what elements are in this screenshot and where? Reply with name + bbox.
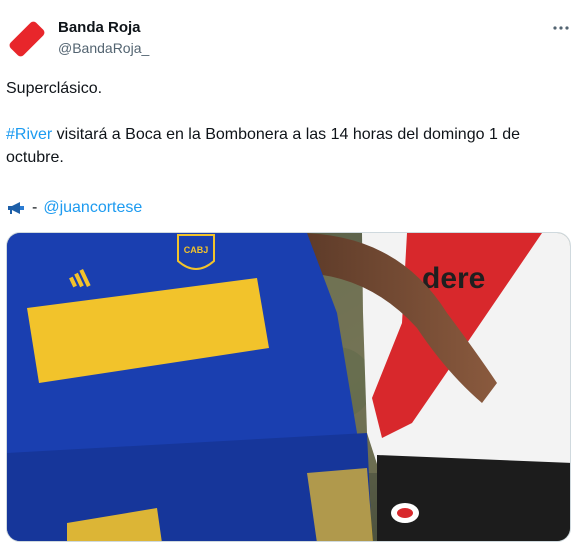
- tweet-text-line1: Superclásico.: [6, 80, 103, 97]
- more-options-button[interactable]: [549, 16, 573, 40]
- author-name[interactable]: Banda Roja: [58, 19, 141, 36]
- shirt-sponsor-text: dere: [422, 262, 485, 295]
- mention-link[interactable]: @juancortese: [43, 196, 142, 219]
- shirt-badge-text: CABJ: [184, 245, 209, 255]
- tweet-text-body: visitará a Boca en la Bombonera a las 14…: [6, 126, 521, 166]
- tweet-media-image[interactable]: dere CABJ: [6, 232, 571, 542]
- megaphone-icon: [8, 201, 24, 214]
- credit-dash: -: [32, 199, 38, 216]
- football-players-photo: dere CABJ: [7, 233, 570, 541]
- tweet-credit: - @juancortese: [6, 196, 142, 219]
- hashtag-link[interactable]: #River: [6, 126, 52, 143]
- tweet-text-line2: #River visitará a Boca en la Bombonera a…: [6, 123, 566, 169]
- red-slash-logo-icon: [9, 21, 45, 57]
- more-dots-icon: [553, 26, 569, 30]
- author-handle[interactable]: @BandaRoja_: [58, 40, 149, 56]
- avatar[interactable]: [6, 18, 48, 60]
- tweet-card: Banda Roja @BandaRoja_ Superclásico. #Ri…: [0, 0, 587, 552]
